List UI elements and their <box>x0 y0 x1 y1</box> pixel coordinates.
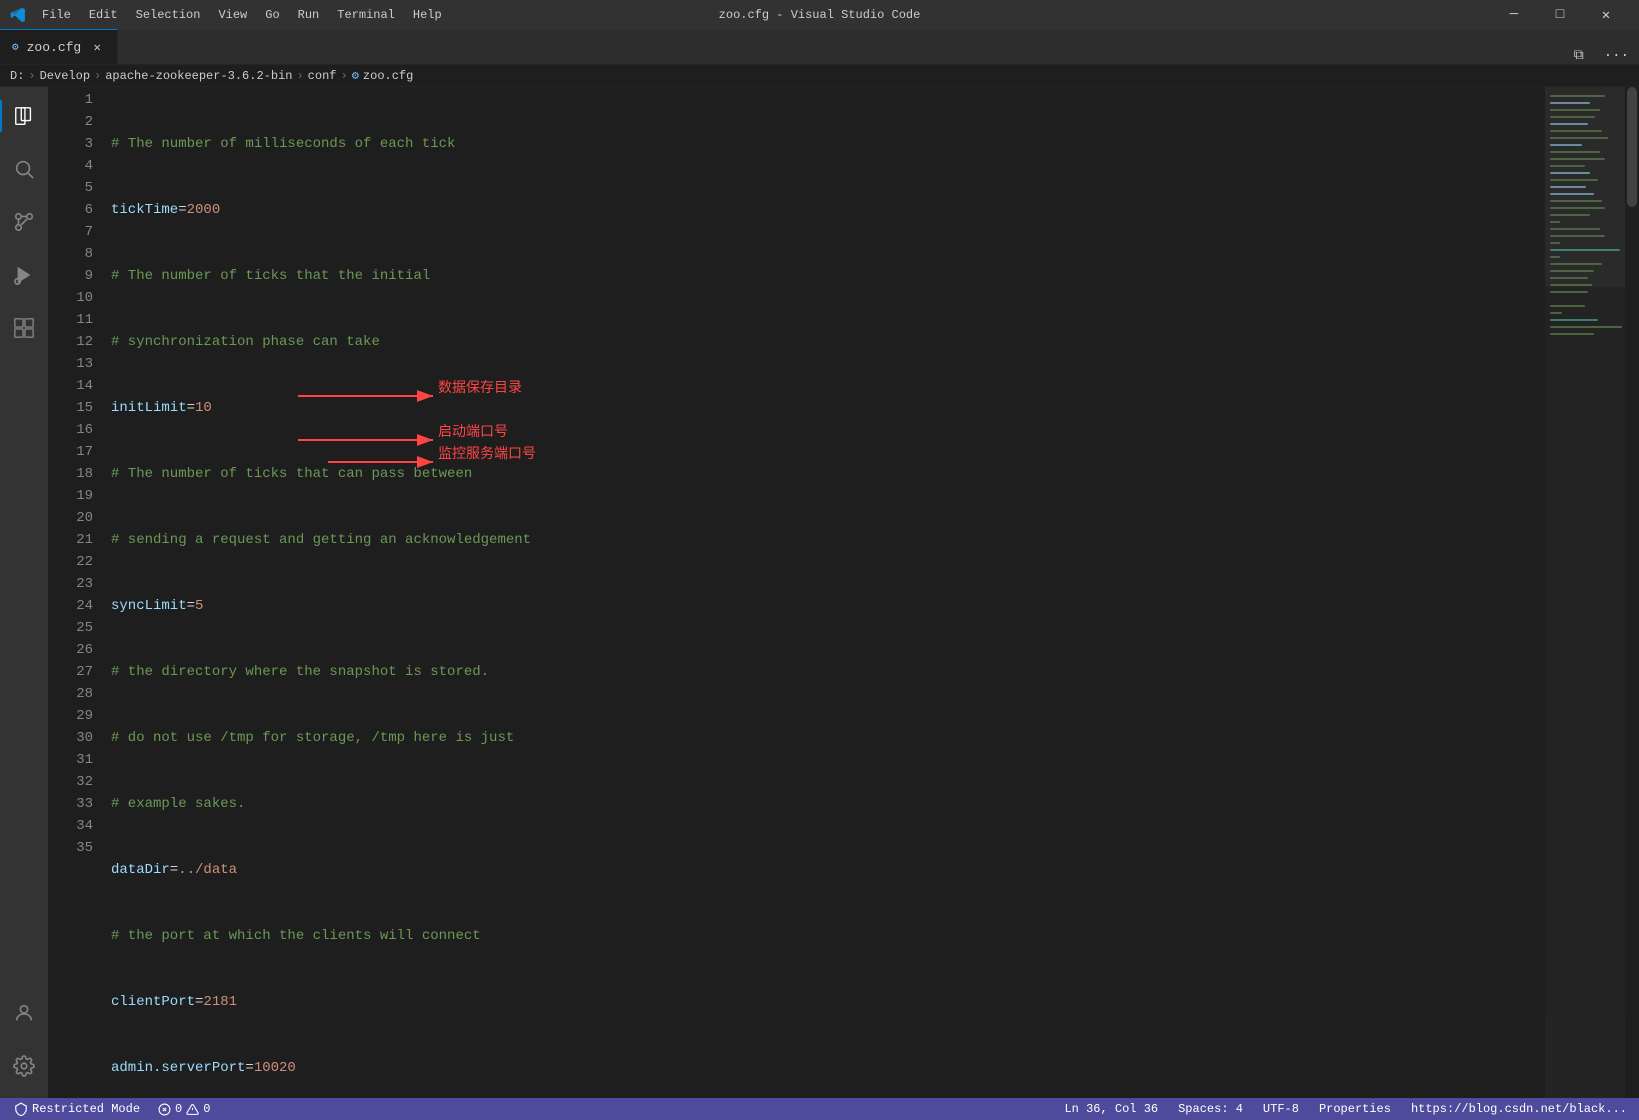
code-line-10: # do not use /tmp for storage, /tmp here… <box>103 727 1545 749</box>
titlebar-left: File Edit Selection View Go Run Terminal… <box>10 6 450 24</box>
code-line-4: # synchronization phase can take <box>103 331 1545 353</box>
maximize-button[interactable]: □ <box>1537 0 1583 30</box>
minimap-content <box>1545 87 1625 1098</box>
activity-account-icon[interactable] <box>0 989 48 1037</box>
menu-terminal[interactable]: Terminal <box>329 6 403 24</box>
code-line-9: # the directory where the snapshot is st… <box>103 661 1545 683</box>
code-line-1: # The number of milliseconds of each tic… <box>103 133 1545 155</box>
errors-indicator[interactable]: 0 0 <box>154 1098 214 1120</box>
breadcrumb-conf[interactable]: conf <box>308 69 337 83</box>
url-hint[interactable]: https://blog.csdn.net/black... <box>1407 1098 1631 1120</box>
code-line-5: initLimit=10 <box>103 397 1545 419</box>
encoding[interactable]: UTF-8 <box>1259 1098 1303 1120</box>
main-layout: 12345 678910 1112131415 1617181920 21222… <box>0 87 1639 1098</box>
restricted-mode-indicator[interactable]: Restricted Mode <box>8 1098 146 1120</box>
warning-icon <box>186 1103 199 1116</box>
statusbar-right: Ln 36, Col 36 Spaces: 4 UTF-8 Properties… <box>1060 1098 1631 1120</box>
error-count: 0 <box>175 1102 182 1116</box>
minimap-svg <box>1545 87 1625 987</box>
menu-help[interactable]: Help <box>405 6 450 24</box>
statusbar-left: Restricted Mode 0 0 <box>8 1098 214 1120</box>
breadcrumb-file-icon: ⚙ <box>352 68 359 83</box>
editor-area: 12345 678910 1112131415 1617181920 21222… <box>48 87 1639 1098</box>
spaces-text: Spaces: 4 <box>1178 1102 1243 1116</box>
code-line-11: # example sakes. <box>103 793 1545 815</box>
titlebar: File Edit Selection View Go Run Terminal… <box>0 0 1639 30</box>
code-line-13: # the port at which the clients will con… <box>103 925 1545 947</box>
code-line-2: tickTime=2000 <box>103 199 1545 221</box>
tab-zoo-cfg[interactable]: ⚙ zoo.cfg ✕ <box>0 29 118 64</box>
vertical-scrollbar[interactable] <box>1625 87 1639 1098</box>
language-text: Properties <box>1319 1102 1391 1116</box>
code-editor[interactable]: # The number of milliseconds of each tic… <box>103 87 1545 1098</box>
menu-edit[interactable]: Edit <box>81 6 126 24</box>
code-line-3: # The number of ticks that the initial <box>103 265 1545 287</box>
breadcrumb-zookeeper[interactable]: apache-zookeeper-3.6.2-bin <box>105 69 292 83</box>
code-line-15: admin.serverPort=10020 <box>103 1057 1545 1079</box>
vscode-logo-icon <box>10 7 26 23</box>
titlebar-menu: File Edit Selection View Go Run Terminal… <box>34 6 450 24</box>
menu-selection[interactable]: Selection <box>128 6 209 24</box>
activity-bottom <box>0 989 48 1098</box>
close-button[interactable]: ✕ <box>1583 0 1629 30</box>
breadcrumb-drive[interactable]: D: <box>10 69 24 83</box>
breadcrumb-file[interactable]: zoo.cfg <box>363 69 413 83</box>
line-numbers: 12345 678910 1112131415 1617181920 21222… <box>48 87 103 1098</box>
menu-file[interactable]: File <box>34 6 79 24</box>
tab-label: zoo.cfg <box>27 40 82 55</box>
activity-run-icon[interactable] <box>0 251 48 299</box>
titlebar-controls: ─ □ ✕ <box>1491 0 1629 30</box>
shield-icon <box>14 1102 28 1116</box>
language-mode[interactable]: Properties <box>1315 1098 1395 1120</box>
indentation[interactable]: Spaces: 4 <box>1174 1098 1247 1120</box>
activity-search-icon[interactable] <box>0 145 48 193</box>
activity-bar <box>0 87 48 1098</box>
restricted-mode-label: Restricted Mode <box>32 1102 140 1116</box>
code-line-6: # The number of ticks that can pass betw… <box>103 463 1545 485</box>
code-line-7: # sending a request and getting an ackno… <box>103 529 1545 551</box>
error-icon <box>158 1103 171 1116</box>
activity-explorer-icon[interactable] <box>0 92 48 140</box>
tabbar: ⚙ zoo.cfg ✕ ⧉ ··· <box>0 30 1639 65</box>
minimap <box>1545 87 1625 1098</box>
position-text: Ln 36, Col 36 <box>1064 1102 1158 1116</box>
code-line-14: clientPort=2181 <box>103 991 1545 1013</box>
activity-extensions-icon[interactable] <box>0 304 48 352</box>
encoding-text: UTF-8 <box>1263 1102 1299 1116</box>
statusbar: Restricted Mode 0 0 Ln 36, Col 36 Spaces… <box>0 1098 1639 1120</box>
more-actions-icon[interactable]: ··· <box>1594 48 1639 64</box>
activity-settings-icon[interactable] <box>0 1042 48 1090</box>
code-container[interactable]: 12345 678910 1112131415 1617181920 21222… <box>48 87 1545 1098</box>
activity-source-control-icon[interactable] <box>0 198 48 246</box>
window-title: zoo.cfg - Visual Studio Code <box>719 8 921 22</box>
code-line-8: syncLimit=5 <box>103 595 1545 617</box>
split-editor-icon[interactable]: ⧉ <box>1564 48 1594 64</box>
code-line-12: dataDir=../data <box>103 859 1545 881</box>
menu-go[interactable]: Go <box>257 6 287 24</box>
breadcrumb-develop[interactable]: Develop <box>40 69 90 83</box>
menu-run[interactable]: Run <box>290 6 328 24</box>
tab-file-icon: ⚙ <box>12 40 19 54</box>
warning-count: 0 <box>203 1102 210 1116</box>
scrollbar-thumb[interactable] <box>1627 87 1637 207</box>
menu-view[interactable]: View <box>210 6 255 24</box>
url-text: https://blog.csdn.net/black... <box>1411 1102 1627 1116</box>
tab-close-button[interactable]: ✕ <box>89 39 105 55</box>
cursor-position[interactable]: Ln 36, Col 36 <box>1060 1098 1162 1120</box>
minimize-button[interactable]: ─ <box>1491 0 1537 30</box>
breadcrumb: D: › Develop › apache-zookeeper-3.6.2-bi… <box>0 65 1639 87</box>
